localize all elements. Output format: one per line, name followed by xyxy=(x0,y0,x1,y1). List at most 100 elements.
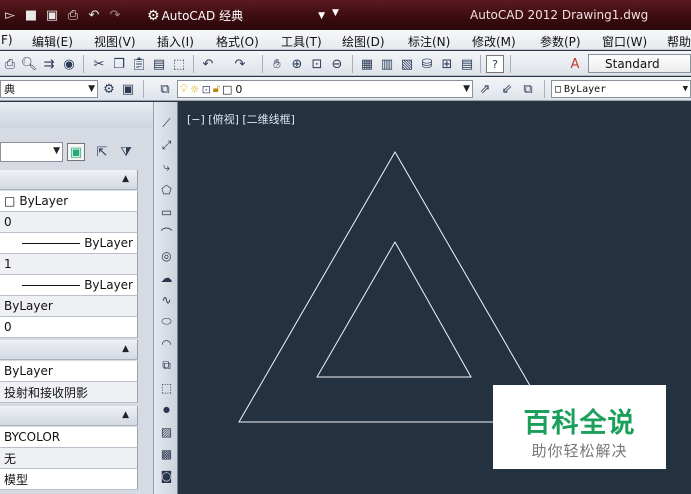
markup-icon[interactable]: ⊞ xyxy=(438,55,456,73)
prop-lineweight-value: ByLayer xyxy=(84,278,133,292)
prop-linetype-scale[interactable]: 1 xyxy=(0,254,138,275)
make-current-icon[interactable]: ⇗ xyxy=(476,80,494,98)
open-icon[interactable]: ▻ xyxy=(2,7,18,23)
menu-format[interactable]: 格式(O) xyxy=(216,33,259,50)
tool-palettes-icon[interactable]: ▧ xyxy=(398,55,416,73)
pan-icon[interactable]: ✋︎ xyxy=(268,55,286,73)
category-general[interactable]: ▲ xyxy=(0,170,138,190)
menu-view[interactable]: 视图(V) xyxy=(94,33,136,50)
prop-shadow-display[interactable]: 投射和接收阴影 xyxy=(0,382,138,403)
rectangle-icon[interactable]: ▭ xyxy=(157,202,176,221)
redo-icon[interactable]: ↷ xyxy=(107,7,123,23)
workspace-settings-icon[interactable]: ⚙ xyxy=(100,80,118,98)
block-editor-icon[interactable]: ⬚ xyxy=(170,55,188,73)
text-style-combo[interactable]: Standard xyxy=(588,54,691,73)
save-icon[interactable]: ■ xyxy=(23,7,39,23)
polyline-icon[interactable]: ⤷ xyxy=(157,158,176,177)
color-combo[interactable]: □ ByLayer ▼ xyxy=(551,80,691,98)
menu-edit[interactable]: 编辑(E) xyxy=(32,33,73,50)
construction-line-icon[interactable]: ⤢ xyxy=(157,136,176,155)
help-icon[interactable]: ? xyxy=(486,55,504,73)
undo-icon[interactable]: ↶ xyxy=(86,7,102,23)
object-type-combo[interactable]: ▼ xyxy=(0,142,63,162)
menu-modify[interactable]: 修改(M) xyxy=(472,33,516,50)
circle-icon[interactable]: ◎ xyxy=(157,246,176,265)
maximize-icon[interactable]: ▣ xyxy=(119,80,137,98)
inner-triangle[interactable] xyxy=(316,240,472,378)
menu-dimension[interactable]: 标注(N) xyxy=(408,33,450,50)
layer-combo[interactable]: 💡︎ ☼ ⊡ 🔓︎ □ 0 ▼ xyxy=(177,80,473,98)
menu-help[interactable]: 帮助 xyxy=(667,33,691,50)
prop-transparency-value: ByLayer xyxy=(4,299,53,313)
revision-cloud-icon[interactable]: ☁︎ xyxy=(157,268,176,287)
prop-lineweight[interactable]: ByLayer xyxy=(0,275,138,296)
menu-insert[interactable]: 插入(I) xyxy=(157,33,194,50)
redo-icon[interactable]: ↷ xyxy=(231,55,249,73)
publish-icon[interactable]: ⇉ xyxy=(40,55,58,73)
prop-plot-style-value: BYCOLOR xyxy=(4,430,61,444)
line-icon[interactable]: ⟋ xyxy=(157,114,176,133)
quickcalc-icon[interactable]: ▤ xyxy=(458,55,476,73)
standard-toolbar: ⎙ 🔍︎ ⇉ ◉ ✂ ❐ 📋︎ ▤ ⬚ ↶ ↷ ✋︎ ⊕ ⊡ ⊖ ▦ ▥ ▧ ⛁… xyxy=(0,51,691,76)
ellipse-icon[interactable]: ⬭ xyxy=(157,312,176,331)
layer-combo-value: 0 xyxy=(235,82,243,96)
design-center-icon[interactable]: ▥ xyxy=(378,55,396,73)
text-style-icon[interactable]: A xyxy=(566,55,584,73)
menu-tools[interactable]: 工具(T) xyxy=(281,33,322,50)
polygon-icon[interactable]: ⬠ xyxy=(157,180,176,199)
workspace-selector[interactable]: ⚙ AutoCAD 经典 ▼ xyxy=(147,6,327,25)
category-plot-style[interactable]: ▲ xyxy=(0,406,138,426)
category-3d-effects[interactable]: ▲ xyxy=(0,340,138,360)
quick-select-icon[interactable]: ⧩ xyxy=(117,143,135,161)
prop-thickness[interactable]: 0 xyxy=(0,317,138,338)
toggle-pickadd-icon[interactable]: ▣ xyxy=(67,143,85,161)
3d-publish-icon[interactable]: ◉ xyxy=(60,55,78,73)
print-preview-icon[interactable]: 🔍︎ xyxy=(20,55,38,73)
chevron-down-icon: ▼ xyxy=(318,10,325,21)
prop-space[interactable]: 模型 xyxy=(0,469,138,490)
select-objects-icon[interactable]: ⇱ xyxy=(93,143,111,161)
ellipse-arc-icon[interactable]: ◠ xyxy=(157,334,176,353)
layer-state-icon[interactable]: ⧉ xyxy=(519,80,537,98)
outer-triangle[interactable] xyxy=(238,151,552,423)
point-icon[interactable]: ● xyxy=(157,400,176,419)
hatch-icon[interactable]: ▨ xyxy=(157,422,176,441)
workspace-combo[interactable]: 典 ▼ xyxy=(0,80,98,98)
print-icon[interactable]: ⎙ xyxy=(1,55,19,73)
prop-plot-style[interactable]: BYCOLOR xyxy=(0,427,138,448)
zoom-previous-icon[interactable]: ⊖ xyxy=(328,55,346,73)
menu-file[interactable]: F) xyxy=(1,33,13,47)
insert-block-icon[interactable]: ⧉ xyxy=(157,356,176,375)
prop-linetype[interactable]: ByLayer xyxy=(0,233,138,254)
prop-layer[interactable]: 0 xyxy=(0,212,138,233)
sheet-set-icon[interactable]: ⛁ xyxy=(418,55,436,73)
menu-window[interactable]: 窗口(W) xyxy=(602,33,647,50)
match-properties-icon[interactable]: ▤ xyxy=(150,55,168,73)
print-icon[interactable]: ⎙ xyxy=(65,7,81,23)
undo-icon[interactable]: ↶ xyxy=(199,55,217,73)
menu-parametric[interactable]: 参数(P) xyxy=(540,33,581,50)
customize-dropdown-icon[interactable]: ▼ xyxy=(332,8,339,18)
prop-plot-style-table[interactable]: 无 xyxy=(0,448,138,469)
region-icon[interactable]: ◙ xyxy=(157,466,176,485)
layer-properties-icon[interactable]: ⧉ xyxy=(156,80,174,98)
spline-icon[interactable]: ∿ xyxy=(157,290,176,309)
zoom-window-icon[interactable]: ⊡ xyxy=(308,55,326,73)
prop-color[interactable]: □ ByLayer xyxy=(0,191,138,212)
prop-material[interactable]: ByLayer xyxy=(0,361,138,382)
zoom-realtime-icon[interactable]: ⊕ xyxy=(288,55,306,73)
collapse-icon: ▲ xyxy=(122,174,129,184)
copy-icon[interactable]: ❐ xyxy=(110,55,128,73)
properties-icon[interactable]: ▦ xyxy=(358,55,376,73)
paste-icon[interactable]: 📋︎ xyxy=(130,55,148,73)
layer-previous-icon[interactable]: ⇙ xyxy=(498,80,516,98)
gradient-icon[interactable]: ▩ xyxy=(157,444,176,463)
cut-icon[interactable]: ✂ xyxy=(90,55,108,73)
menu-draw[interactable]: 绘图(D) xyxy=(342,33,385,50)
make-block-icon[interactable]: ⬚ xyxy=(157,378,176,397)
color-swatch-icon: □ xyxy=(4,194,16,208)
arc-icon[interactable]: ⌒ xyxy=(157,224,176,243)
save-as-icon[interactable]: ▣ xyxy=(44,7,60,23)
prop-layer-value: 0 xyxy=(4,215,12,229)
prop-transparency[interactable]: ByLayer xyxy=(0,296,138,317)
